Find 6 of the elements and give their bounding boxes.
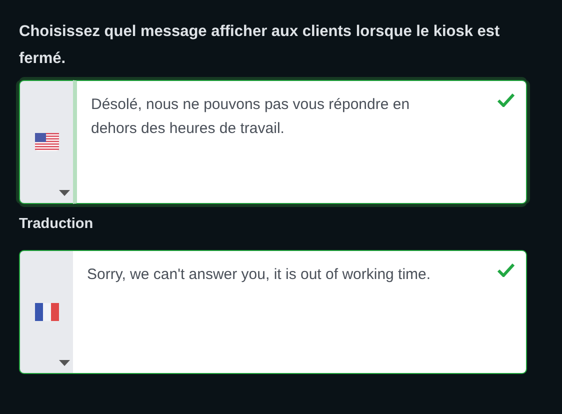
translation-label: Traduction — [19, 215, 94, 234]
language-selector[interactable] — [19, 80, 73, 204]
flag-icon — [34, 133, 58, 152]
instruction-text: Choisissez quel message afficher aux clients lorsque le kiosk est fermé. — [19, 22, 501, 70]
message-input[interactable]: Désolé, nous ne pouvons pas vous répondre en dehors des heures de travail. — [73, 80, 527, 204]
caret-icon — [59, 190, 70, 196]
